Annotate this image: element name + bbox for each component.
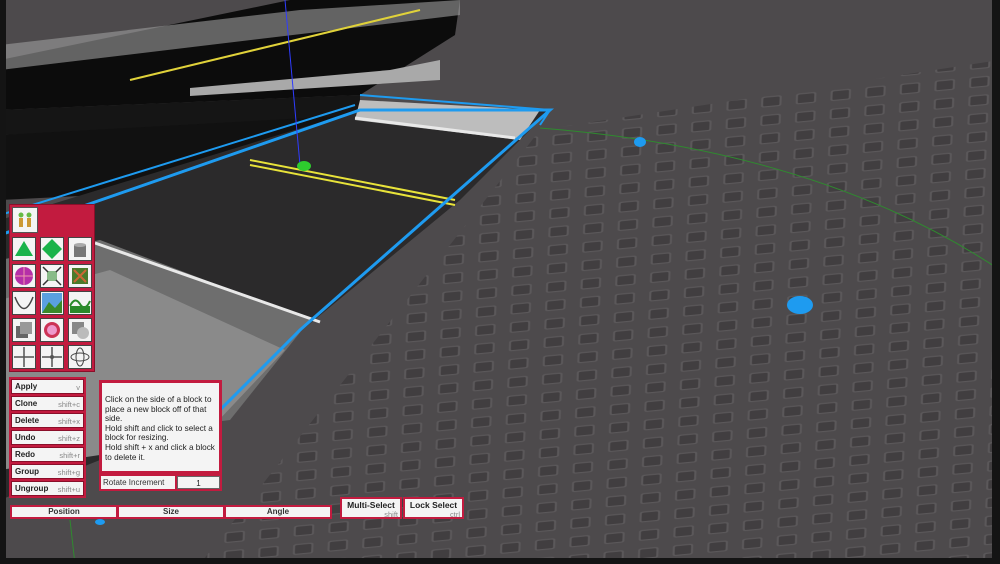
clone-shortcut: shift+c xyxy=(58,400,80,409)
move-tool-icon[interactable] xyxy=(12,237,36,261)
wave-tool-icon[interactable] xyxy=(68,291,92,315)
block-tool-icon[interactable] xyxy=(12,318,36,342)
apply-label: Apply xyxy=(15,382,38,391)
delete-shortcut: shift+x xyxy=(58,417,80,426)
grid-tool-icon[interactable] xyxy=(12,345,36,369)
delete-button[interactable]: Delete shift+x xyxy=(11,413,84,428)
characters-tab-icon[interactable] xyxy=(12,207,38,233)
rotate-increment-label: Rotate Increment xyxy=(101,476,175,489)
delete-label: Delete xyxy=(15,416,40,425)
apply-button[interactable]: Apply v xyxy=(11,379,84,394)
material-sphere-icon[interactable] xyxy=(12,264,36,288)
rotate-axis-icon[interactable] xyxy=(68,345,92,369)
help-panel: Click on the side of a block to place a … xyxy=(99,380,222,474)
ungroup-label: Ungroup xyxy=(15,484,49,493)
lock-select-shortcut: ctrl xyxy=(450,510,460,519)
rotate-increment: Rotate Increment 1 xyxy=(99,474,222,491)
tab-position[interactable]: Position xyxy=(12,507,116,517)
lock-select-label: Lock Select xyxy=(409,500,458,510)
mesh-tool-icon[interactable] xyxy=(40,318,64,342)
redo-shortcut: shift+r xyxy=(59,451,80,460)
tool-palette xyxy=(9,204,95,372)
tab-size[interactable]: Size xyxy=(119,507,223,517)
group-button[interactable]: Group shift+g xyxy=(11,464,84,479)
redo-label: Redo xyxy=(15,450,35,459)
texture-tool-icon[interactable] xyxy=(68,264,92,288)
tab-angle[interactable]: Angle xyxy=(226,507,330,517)
undo-shortcut: shift+z xyxy=(58,434,80,443)
multi-select-label: Multi-Select xyxy=(347,500,395,510)
terrain-tool-icon[interactable] xyxy=(40,291,64,315)
clone-button[interactable]: Clone shift+c xyxy=(11,396,84,411)
redo-button[interactable]: Redo shift+r xyxy=(11,447,84,462)
undo-label: Undo xyxy=(15,433,36,442)
command-list: Apply v Clone shift+c Delete shift+x Undo sh… xyxy=(9,377,86,498)
snap-tool-icon[interactable] xyxy=(40,345,64,369)
group-shortcut: shift+g xyxy=(57,468,80,477)
curve-tool-icon[interactable] xyxy=(12,291,36,315)
group-label: Group xyxy=(15,467,39,476)
multi-select-button[interactable]: Multi-Select shift xyxy=(340,497,402,519)
paint-bucket-icon[interactable] xyxy=(68,237,92,261)
scale-arrows-icon[interactable] xyxy=(40,264,64,288)
lock-select-button[interactable]: Lock Select ctrl xyxy=(403,497,464,519)
rotate-increment-input[interactable]: 1 xyxy=(177,476,220,489)
ungroup-button[interactable]: Ungroup shift+u xyxy=(11,481,84,496)
resize-tool-icon[interactable] xyxy=(40,237,64,261)
undo-button[interactable]: Undo shift+z xyxy=(11,430,84,445)
clone-label: Clone xyxy=(15,399,38,408)
apply-shortcut: v xyxy=(76,383,80,392)
union-tool-icon[interactable] xyxy=(68,318,92,342)
help-text: Click on the side of a block to place a … xyxy=(102,383,219,471)
ungroup-shortcut: shift+u xyxy=(57,485,80,494)
multi-select-shortcut: shift xyxy=(384,510,398,519)
transform-tabs: Position Size Angle xyxy=(10,505,332,519)
